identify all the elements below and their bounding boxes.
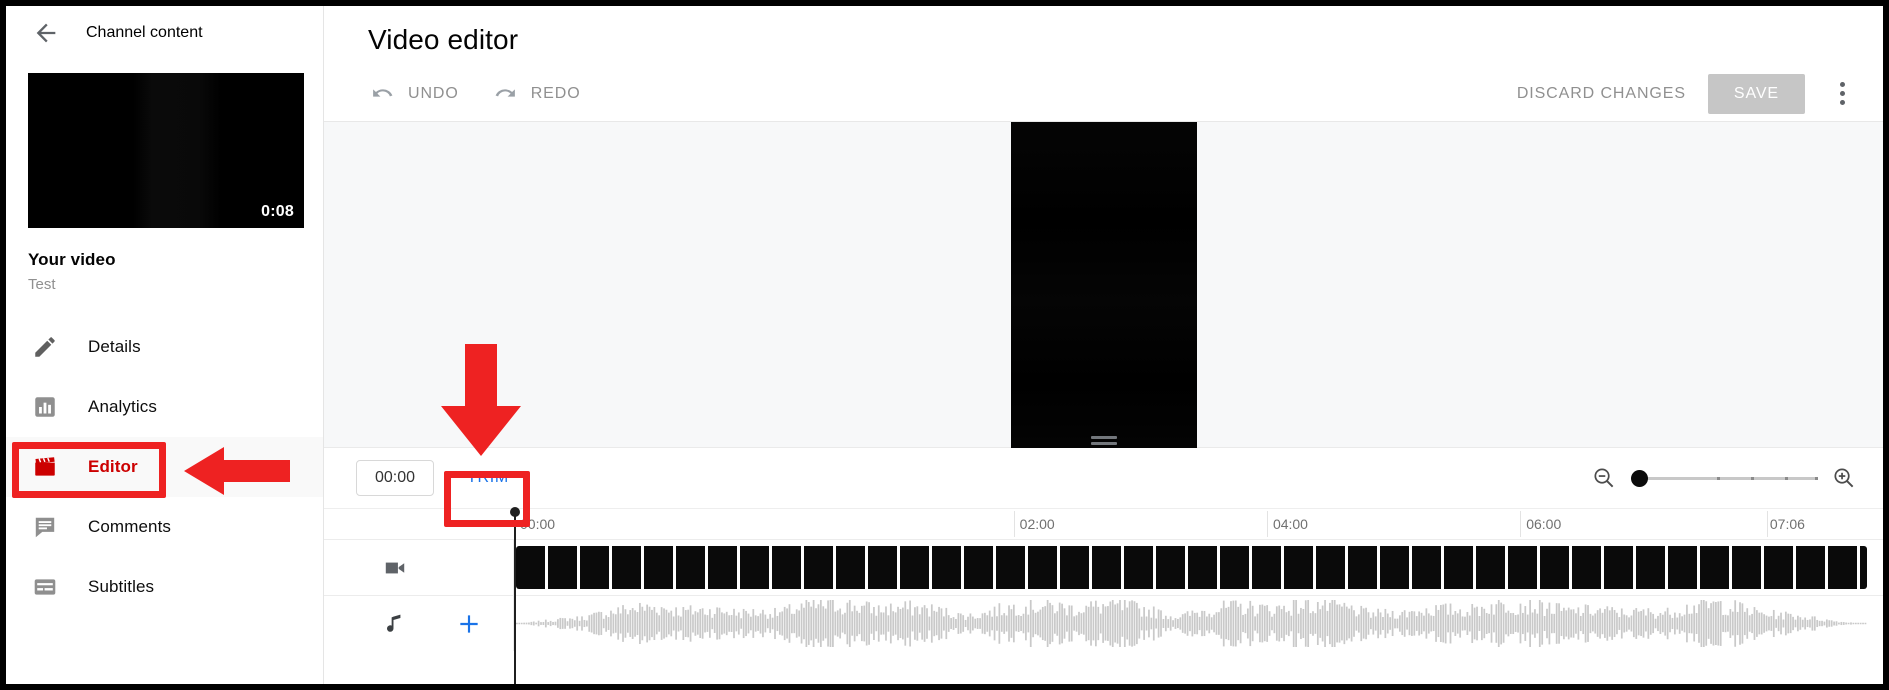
subtitles-icon xyxy=(34,579,56,595)
kebab-dot xyxy=(1839,91,1845,96)
sidebar-header: Channel content xyxy=(6,6,323,60)
sidebar-item-label: Subtitles xyxy=(88,577,155,596)
sidebar-item-editor[interactable]: Editor xyxy=(6,437,323,497)
discard-changes-button[interactable]: DISCARD CHANGES xyxy=(1509,76,1694,112)
app-window: Channel content 0:08 Your video Test Det… xyxy=(6,6,1883,684)
video-track-gutter xyxy=(324,540,514,595)
undo-label: UNDO xyxy=(408,84,459,102)
screenshot-frame: Channel content 0:08 Your video Test Det… xyxy=(0,0,1889,690)
back-arrow-icon[interactable] xyxy=(32,19,60,47)
video-title: Your video xyxy=(28,250,116,269)
slider-tick xyxy=(1815,476,1819,480)
sidebar-nav: Details Analytics Editor Comments Subtit… xyxy=(6,317,323,617)
sidebar-item-comments[interactable]: Comments xyxy=(6,497,323,557)
editor-controls-row: 00:00 TRIM xyxy=(324,448,1883,508)
plus-icon[interactable] xyxy=(456,611,482,637)
slider-tick xyxy=(1716,476,1720,480)
audio-track-body xyxy=(514,596,1883,651)
video-track xyxy=(324,539,1883,595)
undo-button[interactable]: UNDO xyxy=(366,75,463,112)
ruler-label: 02:00 xyxy=(1019,516,1055,532)
ruler-label: 00:00 xyxy=(520,516,556,532)
slider-tick xyxy=(1750,476,1754,480)
handle-bar xyxy=(1090,435,1117,439)
timeline-ruler[interactable]: 00:00 02:00 04:00 06:00 07:06 xyxy=(514,509,1883,539)
kebab-dot xyxy=(1839,82,1845,87)
handle-bar xyxy=(1090,441,1117,445)
bar-chart-icon xyxy=(35,397,55,417)
trim-button[interactable]: TRIM xyxy=(456,460,520,496)
pencil-icon xyxy=(35,337,55,357)
timecode-input[interactable]: 00:00 xyxy=(356,460,434,496)
music-note-icon xyxy=(386,614,401,632)
timeline: 00:00 02:00 04:00 06:00 07:06 xyxy=(324,507,1883,684)
undo-arrow-icon xyxy=(373,89,393,97)
save-button[interactable]: SAVE xyxy=(1707,73,1805,114)
page-title: Video editor xyxy=(368,24,519,55)
preview-frame xyxy=(1010,122,1197,448)
editor-toolbar: UNDO REDO DISCARD CHANGES SAVE xyxy=(324,66,1883,122)
slider-thumb[interactable] xyxy=(1631,469,1648,487)
sidebar-item-label: Analytics xyxy=(88,397,157,416)
kebab-dot xyxy=(1839,100,1845,105)
sidebar-item-label: Comments xyxy=(88,517,171,536)
sidebar-header-title: Channel content xyxy=(86,24,203,41)
zoom-controls xyxy=(1591,465,1883,491)
video-preview[interactable] xyxy=(1010,122,1197,448)
zoom-in-icon[interactable] xyxy=(1831,465,1857,491)
audio-track xyxy=(324,595,1883,651)
video-camera-icon xyxy=(385,562,405,573)
redo-arrow-icon xyxy=(495,89,515,97)
main-content: Video editor UNDO REDO DISCARD CHANGES S… xyxy=(324,6,1883,684)
waveform-svg xyxy=(516,600,1867,647)
sidebar-item-details[interactable]: Details xyxy=(6,317,323,377)
sidebar-item-subtitles[interactable]: Subtitles xyxy=(6,557,323,617)
audio-track-gutter xyxy=(324,596,514,651)
video-subtitle: Test xyxy=(28,276,56,293)
sidebar-item-label: Details xyxy=(88,337,141,356)
slider-tick xyxy=(1785,476,1789,480)
sidebar: Channel content 0:08 Your video Test Det… xyxy=(6,6,324,684)
redo-label: REDO xyxy=(530,84,581,102)
zoom-slider[interactable] xyxy=(1631,467,1819,489)
video-filmstrip[interactable] xyxy=(516,546,1867,589)
ruler-label: 04:00 xyxy=(1272,516,1308,532)
comment-icon xyxy=(35,517,55,538)
video-track-body xyxy=(514,540,1883,595)
sidebar-item-analytics[interactable]: Analytics xyxy=(6,377,323,437)
ruler-label: 06:00 xyxy=(1526,516,1562,532)
ruler-label: 07:06 xyxy=(1769,516,1805,532)
preview-stage xyxy=(324,122,1883,448)
thumbnail-duration: 0:08 xyxy=(261,203,294,220)
video-thumbnail[interactable]: 0:08 xyxy=(28,73,304,228)
slider-rail xyxy=(1631,476,1817,480)
zoom-out-icon[interactable] xyxy=(1591,465,1617,491)
sidebar-item-label: Editor xyxy=(88,457,138,476)
kebab-menu-icon[interactable] xyxy=(1825,77,1859,111)
redo-button[interactable]: REDO xyxy=(489,75,585,112)
panel-resize-handle[interactable] xyxy=(1090,433,1117,447)
audio-waveform[interactable] xyxy=(516,600,1867,647)
clapperboard-icon xyxy=(35,457,55,476)
